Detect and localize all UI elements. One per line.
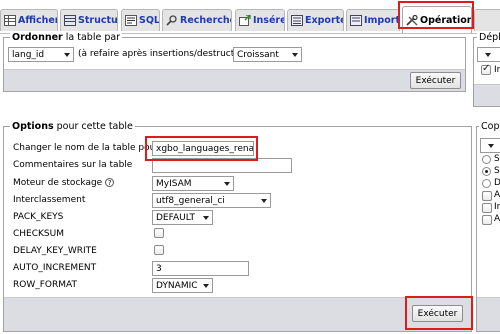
copy-radio-label: S — [494, 154, 500, 164]
structure-icon — [64, 15, 76, 26]
help-icon[interactable]: ? — [105, 178, 115, 187]
tab-label: Exporter — [305, 15, 343, 26]
pack-keys-label: PACK_KEYS — [13, 212, 64, 222]
tab-sql[interactable]: SQL — [121, 9, 160, 31]
tab-label: Insérer — [253, 15, 284, 26]
tab-label: Rechercher — [180, 15, 231, 26]
tab-label: Afficher — [18, 15, 58, 26]
copy-radio[interactable] — [482, 155, 491, 164]
insert-icon — [239, 15, 251, 26]
export-icon — [291, 15, 303, 26]
search-icon — [166, 15, 177, 26]
options-submit-button[interactable]: Exécuter — [412, 305, 463, 322]
tab-operations[interactable]: Opérations — [402, 6, 472, 33]
tab-search[interactable]: Rechercher — [162, 9, 232, 31]
tab-label: Importer — [364, 15, 400, 26]
options-footer: Exécuter — [4, 297, 471, 331]
options-panel: Options pour cette table Changer le nom … — [3, 121, 472, 332]
copy-checkbox-label: A — [494, 190, 500, 200]
tab-import[interactable]: Importer — [346, 9, 400, 31]
copy-legend: Copi — [479, 121, 500, 132]
order-direction-select[interactable]: Croissant — [233, 47, 302, 62]
comment-label: Commentaires sur la table — [13, 160, 133, 170]
pack-keys-select[interactable]: DEFAULT — [152, 210, 213, 225]
delay-key-write-label: DELAY_KEY_WRITE — [13, 246, 97, 256]
rename-input[interactable]: xgbo_languages_rena — [152, 141, 254, 156]
copy-db-select[interactable] — [480, 138, 500, 153]
move-option-checkbox[interactable] — [481, 63, 491, 75]
copy-checkbox[interactable] — [482, 203, 492, 213]
options-legend: Options pour cette table — [10, 121, 135, 132]
engine-select[interactable]: MyISAM — [152, 176, 234, 191]
copy-radio-label: S — [494, 166, 500, 176]
move-panel: Dépl In — [473, 32, 500, 107]
tab-label: SQL — [139, 15, 160, 26]
order-submit-button[interactable]: Exécuter — [410, 72, 461, 89]
row-format-select[interactable]: DYNAMIC — [152, 278, 213, 293]
order-column-select[interactable]: lang_id — [8, 47, 74, 62]
move-footer — [474, 84, 500, 106]
copy-panel: Copi S S D A In A — [476, 121, 500, 332]
order-note: (à refaire après insertions/destructions… — [78, 49, 257, 59]
tab-browse[interactable]: Afficher — [0, 9, 58, 31]
order-panel: Ordonner la table par lang_id (à refaire… — [3, 32, 466, 92]
comment-input[interactable] — [152, 158, 292, 173]
tab-structure[interactable]: Structure — [60, 9, 118, 31]
copy-checkbox-label: In — [494, 202, 500, 212]
auto-increment-label: AUTO_INCREMENT — [13, 263, 97, 273]
copy-checkbox-label: A — [494, 214, 500, 224]
copy-radio[interactable] — [482, 167, 491, 176]
auto-increment-input[interactable]: 3 — [152, 261, 249, 276]
rename-label: Changer le nom de la table pour — [13, 143, 160, 153]
copy-footer — [477, 297, 500, 331]
import-icon — [350, 15, 362, 26]
tab-export[interactable]: Exporter — [287, 9, 344, 31]
sql-icon — [125, 15, 137, 26]
tab-label: Structure — [78, 15, 118, 26]
row-format-label: ROW_FORMAT — [13, 280, 77, 290]
order-legend: Ordonner la table par — [10, 32, 123, 43]
move-option-label: In — [494, 65, 500, 75]
engine-label: Moteur de stockage? — [13, 178, 115, 188]
copy-radio[interactable] — [482, 179, 491, 188]
move-legend: Dépl — [477, 32, 500, 43]
copy-radio-label: D — [494, 178, 500, 188]
tab-more[interactable] — [474, 9, 500, 31]
collation-select[interactable]: utf8_general_ci — [152, 193, 271, 208]
collation-label: Interclassement — [13, 195, 86, 205]
move-db-select[interactable] — [477, 47, 500, 62]
checksum-checkbox[interactable] — [154, 228, 164, 238]
delay-key-write-checkbox[interactable] — [154, 245, 164, 255]
order-footer: Exécuter — [4, 69, 465, 91]
tab-insert[interactable]: Insérer — [235, 9, 285, 31]
table-browse-icon — [4, 15, 16, 26]
checksum-label: CHECKSUM — [13, 229, 64, 239]
copy-checkbox[interactable] — [482, 191, 492, 201]
tab-label: Opérations — [420, 14, 471, 26]
copy-checkbox[interactable] — [482, 215, 492, 225]
tab-bar: Afficher Structure SQL Rechercher Insére… — [0, 6, 500, 34]
operations-icon — [406, 14, 418, 26]
